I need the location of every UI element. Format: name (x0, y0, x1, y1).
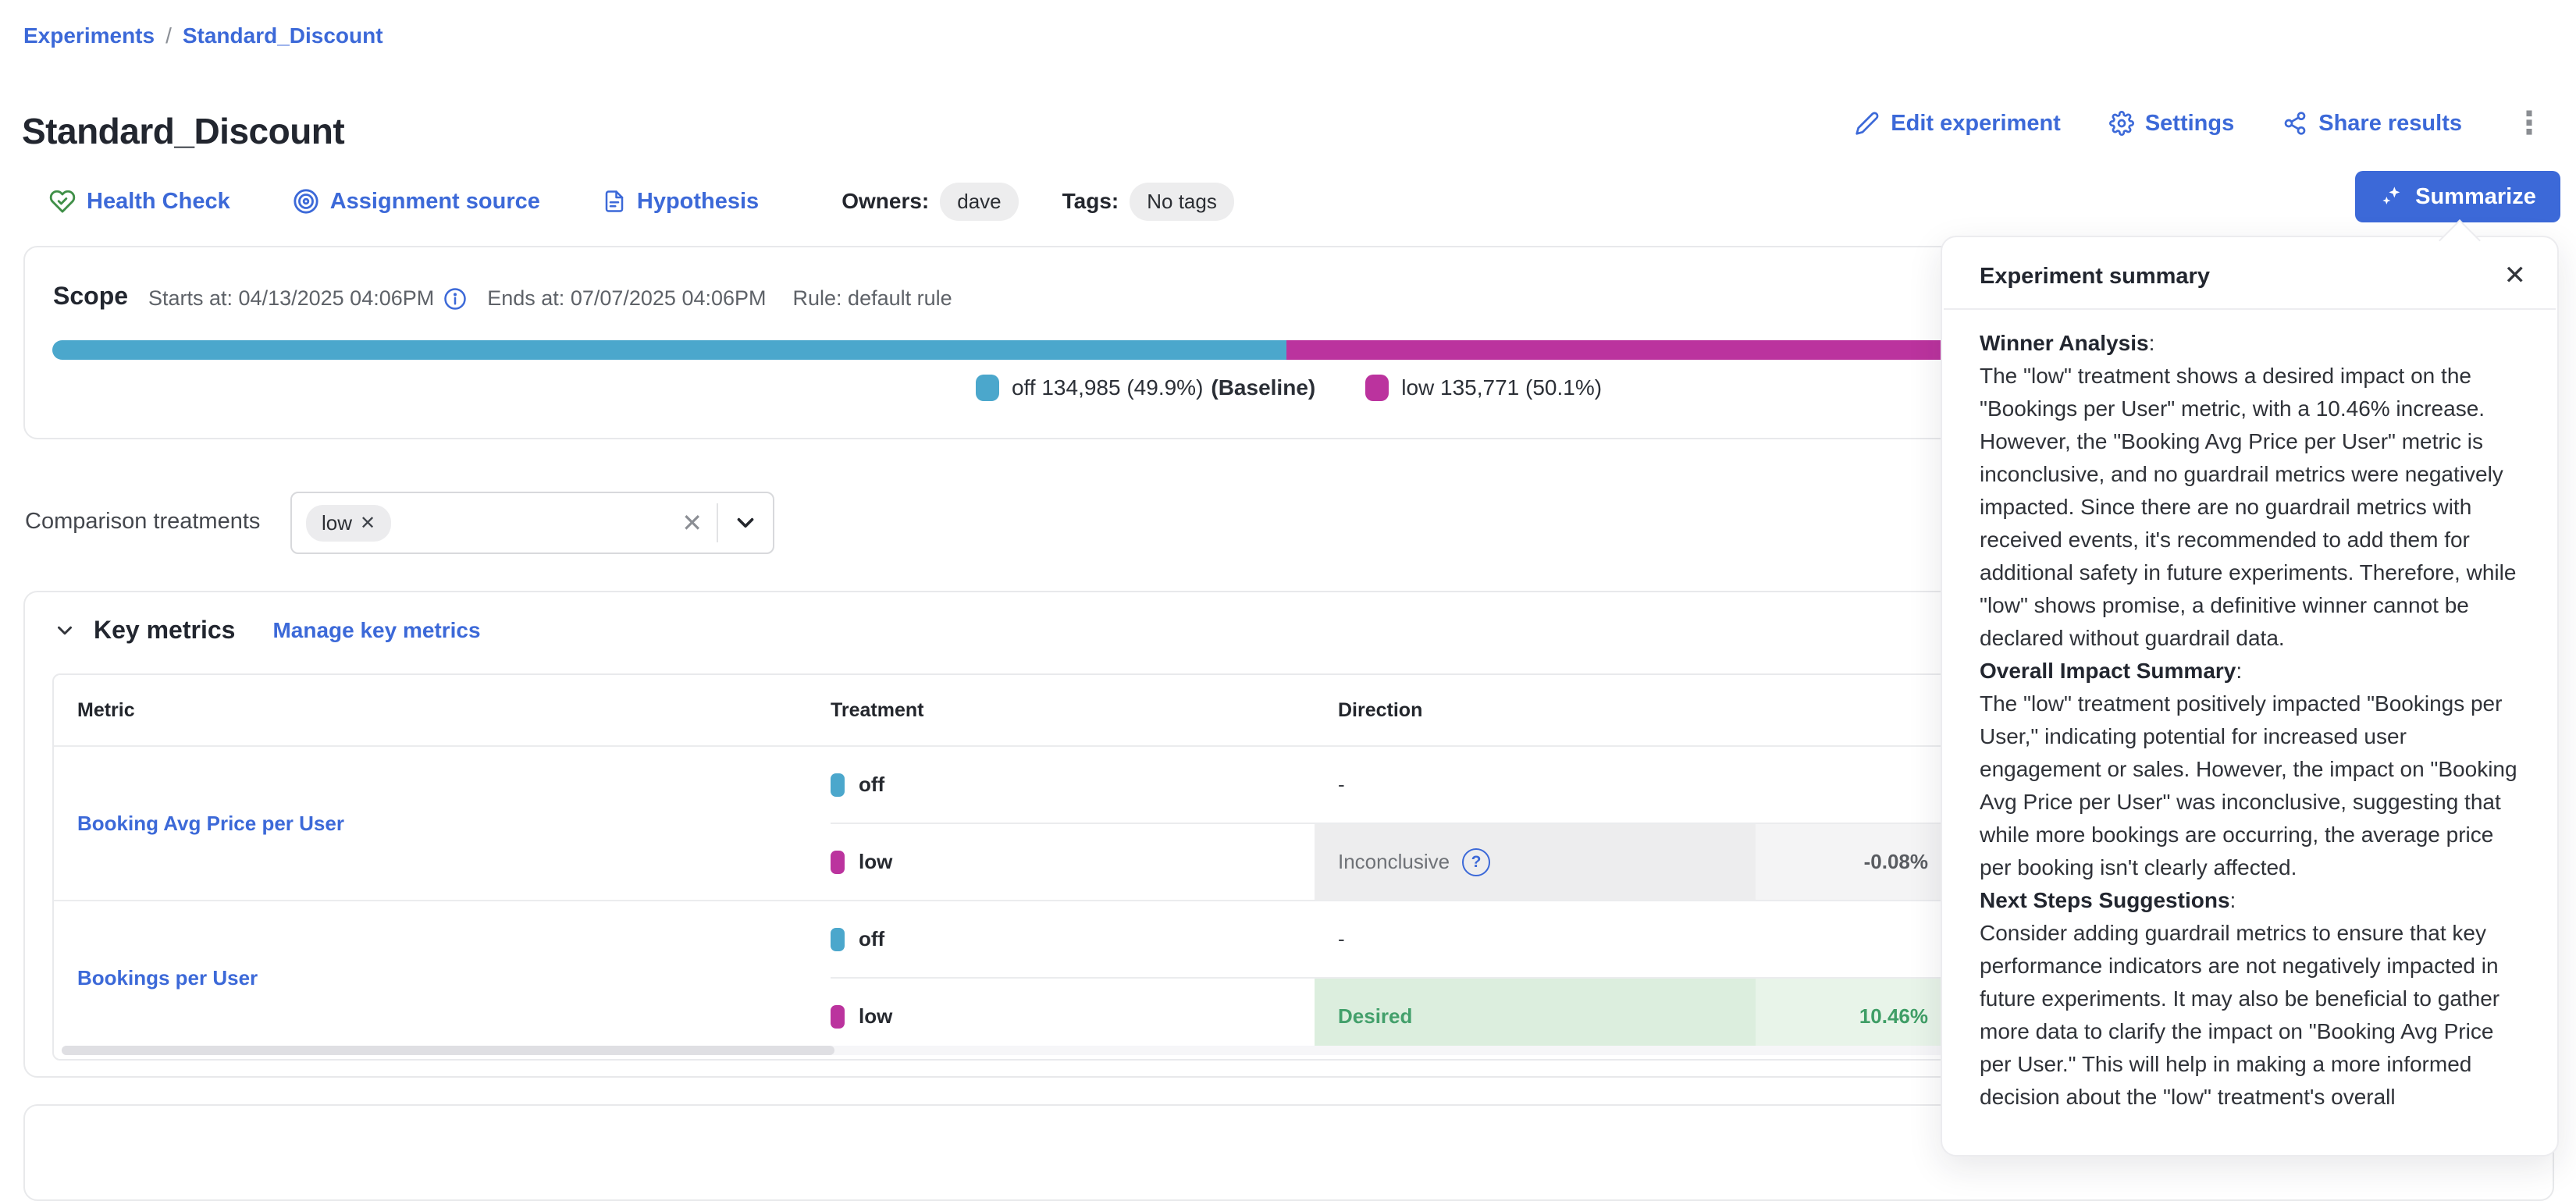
breadcrumb: Experiments / Standard_Discount (23, 23, 383, 48)
info-icon[interactable] (443, 287, 467, 311)
metric-cell: Booking Avg Price per User (54, 747, 831, 900)
manage-key-metrics-link[interactable]: Manage key metrics (272, 618, 480, 643)
summary-panel-title: Experiment summary (1980, 264, 2523, 290)
legend-item: low 135,771 (50.1%) (1365, 375, 1602, 401)
header-actions: Edit experiment Settings Share results ⋮ (1855, 108, 2548, 139)
page-title: Standard_Discount (22, 110, 344, 152)
treatment-cell: low (831, 824, 1315, 900)
chevron-down-icon[interactable] (732, 510, 759, 536)
scope-meta: Starts at: 04/13/2025 04:06PM Ends at: 0… (148, 286, 952, 311)
legend-item: off 134,985 (49.9%) (Baseline) (976, 375, 1315, 401)
comparison-treatments-select[interactable]: low ✕ ✕ (290, 492, 774, 554)
treatment-chip[interactable]: low ✕ (306, 505, 391, 542)
breadcrumb-current[interactable]: Standard_Discount (183, 23, 383, 48)
tags-pill[interactable]: No tags (1130, 183, 1234, 221)
treatment-swatch (831, 773, 845, 797)
metric-cell: Bookings per User (54, 901, 831, 1054)
legend-swatch (1365, 375, 1389, 401)
scope-title: Scope (53, 282, 128, 311)
summarize-button[interactable]: Summarize (2355, 171, 2560, 222)
scrollbar-thumb[interactable] (62, 1046, 834, 1055)
experiment-meta-row: Health Check Assignment source Hypothesi… (49, 178, 1234, 225)
owner-pill[interactable]: dave (940, 183, 1018, 221)
collapse-chevron-icon[interactable] (53, 619, 76, 642)
breadcrumb-separator: / (165, 23, 172, 48)
direction-cell: Inconclusive ? (1315, 824, 1756, 900)
scope-rule: Rule: default rule (793, 286, 952, 311)
edit-experiment-button[interactable]: Edit experiment (1855, 111, 2061, 137)
settings-button[interactable]: Settings (2109, 111, 2234, 137)
remove-chip-icon[interactable]: ✕ (360, 512, 375, 535)
comparison-treatments-label: Comparison treatments (25, 509, 260, 535)
column-header-treatment: Treatment (831, 699, 1315, 722)
legend-swatch (976, 375, 999, 401)
owners-label: Owners: (841, 189, 929, 214)
hypothesis-link[interactable]: Hypothesis (603, 188, 759, 215)
assignment-source-link[interactable]: Assignment source (293, 188, 540, 215)
treatment-cell: off (831, 747, 1315, 823)
target-icon (293, 188, 319, 215)
close-icon[interactable]: ✕ (2504, 262, 2527, 289)
treatment-swatch (831, 928, 845, 951)
share-results-button[interactable]: Share results (2282, 111, 2462, 137)
scope-ends: Ends at: 07/07/2025 04:06PM (487, 286, 766, 311)
column-header-direction: Direction (1315, 699, 1756, 722)
treatment-cell: off (831, 901, 1315, 977)
metric-link[interactable]: Booking Avg Price per User (77, 812, 344, 836)
tags-group: Tags: No tags (1062, 183, 1234, 221)
experiment-summary-panel: Experiment summary ✕ Winner Analysis: Th… (1941, 236, 2559, 1157)
document-icon (603, 188, 626, 215)
summary-section: Overall Impact Summary: The "low" treatm… (1980, 655, 2520, 884)
metric-link[interactable]: Bookings per User (77, 966, 258, 990)
help-icon[interactable]: ? (1462, 848, 1490, 876)
summary-section: Winner Analysis: The "low" treatment sho… (1980, 327, 2520, 655)
pencil-icon (1855, 111, 1880, 136)
clear-selection-icon[interactable]: ✕ (681, 508, 703, 538)
treatment-swatch (831, 1005, 845, 1029)
scope-starts: Starts at: 04/13/2025 04:06PM (148, 286, 434, 311)
treatment-cell: low (831, 979, 1315, 1054)
share-icon (2282, 111, 2307, 136)
breadcrumb-experiments[interactable]: Experiments (23, 23, 155, 48)
heart-check-icon (49, 188, 76, 215)
direction-cell: Desired (1315, 979, 1756, 1054)
bar-segment-off (52, 340, 1286, 360)
gear-icon (2109, 111, 2134, 136)
tags-label: Tags: (1062, 189, 1119, 214)
health-check-link[interactable]: Health Check (49, 188, 230, 215)
key-metrics-title: Key metrics (94, 616, 235, 645)
direction-cell: - (1315, 747, 1756, 823)
column-header-metric: Metric (54, 699, 831, 722)
experiment-page: Experiments / Standard_Discount Standard… (0, 0, 2576, 1125)
more-options-kebab-icon[interactable]: ⋮ (2510, 108, 2548, 139)
treatment-swatch (831, 851, 845, 874)
owners-group: Owners: dave (841, 183, 1018, 221)
direction-cell: - (1315, 901, 1756, 977)
select-divider (717, 503, 718, 542)
summary-section: Next Steps Suggestions: Consider adding … (1980, 884, 2520, 1114)
sparkles-icon (2379, 184, 2404, 209)
